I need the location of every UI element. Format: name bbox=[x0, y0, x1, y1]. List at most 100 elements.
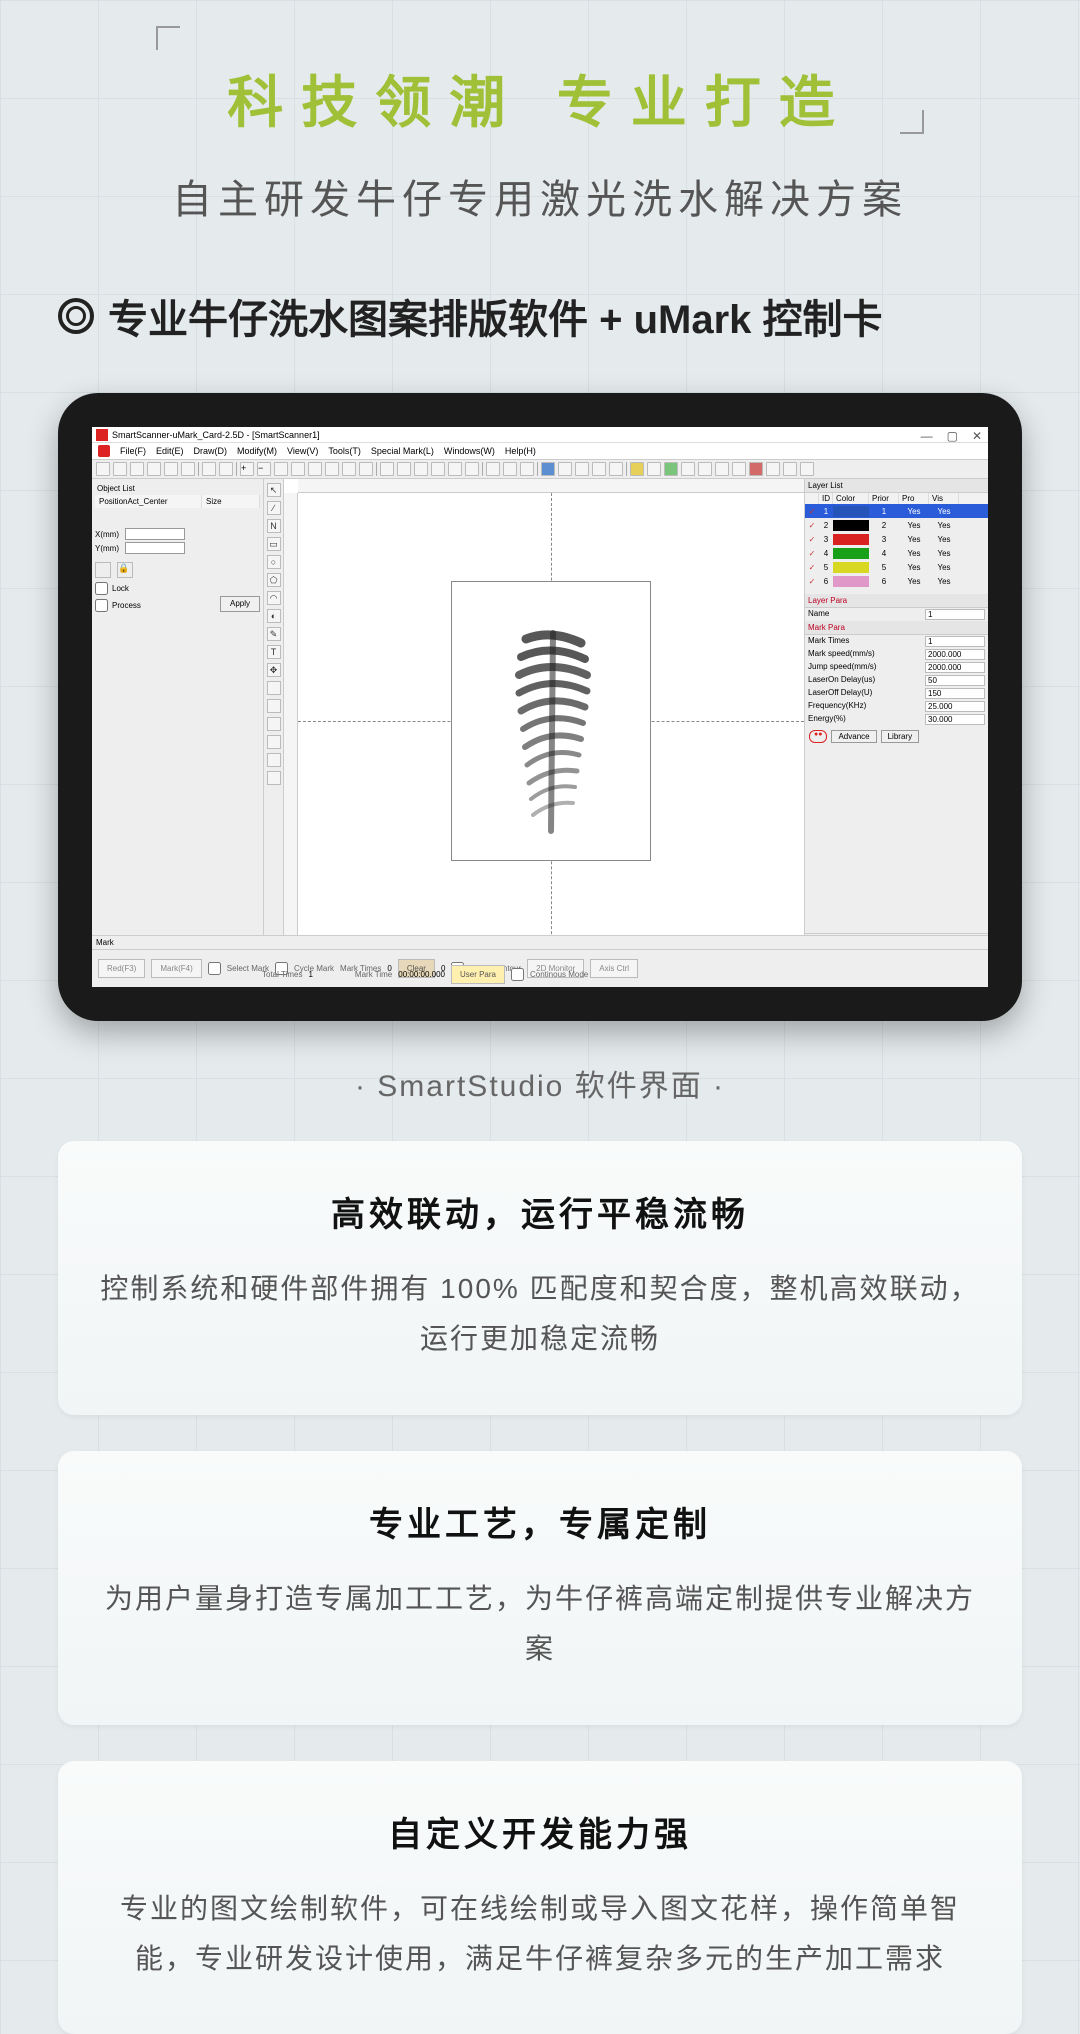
tb-tool-11[interactable] bbox=[783, 462, 797, 476]
tb-tool-10[interactable] bbox=[766, 462, 780, 476]
btn-axis-ctrl[interactable]: Axis Ctrl bbox=[590, 959, 638, 978]
menu-view[interactable]: View(V) bbox=[287, 446, 318, 456]
tb-zoom-3[interactable] bbox=[342, 462, 356, 476]
tb-align-6[interactable] bbox=[465, 462, 479, 476]
tb-tool-blue[interactable] bbox=[541, 462, 555, 476]
layer-row[interactable]: ✓33YesYes bbox=[805, 532, 988, 546]
card-desc: 控制系统和硬件部件拥有 100% 匹配度和契合度，整机高效联动，运行更加稳定流畅 bbox=[98, 1264, 982, 1365]
layer-panel: Layer List ID Color Prior Pro Vis ✓11Yes… bbox=[804, 479, 988, 949]
chk-process[interactable] bbox=[95, 599, 108, 612]
tb-zoom-in[interactable]: + bbox=[240, 462, 254, 476]
tb-redo[interactable] bbox=[219, 462, 233, 476]
tb-new[interactable] bbox=[96, 462, 110, 476]
menu-modify[interactable]: Modify(M) bbox=[237, 446, 277, 456]
tb-paste[interactable] bbox=[181, 462, 195, 476]
chk-lock[interactable] bbox=[95, 582, 108, 595]
menu-draw[interactable]: Draw(D) bbox=[194, 446, 228, 456]
tool-text[interactable]: ✎ bbox=[267, 627, 281, 641]
link-xy-icon[interactable] bbox=[95, 562, 111, 578]
tb-cut[interactable] bbox=[147, 462, 161, 476]
tb-tool-2[interactable] bbox=[575, 462, 589, 476]
tb-tool-3[interactable] bbox=[592, 462, 606, 476]
layer-row[interactable]: ✓66YesYes bbox=[805, 574, 988, 588]
tb-copy[interactable] bbox=[164, 462, 178, 476]
minimize-button[interactable]: — bbox=[921, 429, 933, 443]
tb-tool-12[interactable] bbox=[800, 462, 814, 476]
tb-tool-5[interactable] bbox=[647, 462, 661, 476]
tb-undo[interactable] bbox=[202, 462, 216, 476]
tool-arc[interactable]: ◠ bbox=[267, 591, 281, 605]
tool-special5[interactable] bbox=[267, 753, 281, 767]
menu-tools[interactable]: Tools(T) bbox=[328, 446, 361, 456]
tb-zoom-out[interactable]: − bbox=[257, 462, 271, 476]
lock-icon[interactable]: 🔒 bbox=[117, 562, 133, 578]
tool-special2[interactable] bbox=[267, 699, 281, 713]
tool-move[interactable]: ✥ bbox=[267, 663, 281, 677]
tb-tool-green[interactable] bbox=[664, 462, 678, 476]
tb-mirror-h[interactable] bbox=[486, 462, 500, 476]
layer-row[interactable]: ✓22YesYes bbox=[805, 518, 988, 532]
tb-zoom-1[interactable] bbox=[308, 462, 322, 476]
tb-open[interactable] bbox=[113, 462, 127, 476]
layer-row[interactable]: ✓11YesYes bbox=[805, 504, 988, 518]
input-y[interactable] bbox=[125, 542, 185, 554]
maximize-button[interactable]: ▢ bbox=[947, 429, 958, 443]
menu-windows[interactable]: Windows(W) bbox=[444, 446, 495, 456]
tb-rotate[interactable] bbox=[520, 462, 534, 476]
tb-tool-8[interactable] bbox=[715, 462, 729, 476]
menu-special[interactable]: Special Mark(L) bbox=[371, 446, 434, 456]
tb-zoom-fit[interactable] bbox=[274, 462, 288, 476]
menu-edit[interactable]: Edit(E) bbox=[156, 446, 184, 456]
tool-text2[interactable]: T bbox=[267, 645, 281, 659]
ruler-vertical bbox=[284, 493, 298, 949]
close-button[interactable]: ✕ bbox=[972, 429, 982, 443]
tool-pointer[interactable]: ↖ bbox=[267, 483, 281, 497]
tb-tool-9[interactable] bbox=[732, 462, 746, 476]
tb-save[interactable] bbox=[130, 462, 144, 476]
feature-card: 高效联动，运行平稳流畅 控制系统和硬件部件拥有 100% 匹配度和契合度，整机高… bbox=[58, 1141, 1022, 1415]
tool-special1[interactable] bbox=[267, 681, 281, 695]
tablet-frame: SmartScanner-uMark_Card-2.5D - [SmartSca… bbox=[58, 393, 1022, 1021]
layer-row[interactable]: ✓55YesYes bbox=[805, 560, 988, 574]
tool-line[interactable]: ∕ bbox=[267, 501, 281, 515]
btn-library[interactable]: Library bbox=[881, 730, 919, 743]
tb-align-4[interactable] bbox=[431, 462, 445, 476]
tool-special3[interactable] bbox=[267, 717, 281, 731]
tb-zoom-4[interactable] bbox=[359, 462, 373, 476]
val-total-times: 1 bbox=[308, 970, 312, 979]
tb-align-3[interactable] bbox=[414, 462, 428, 476]
btn-red-f3[interactable]: Red(F3) bbox=[98, 959, 145, 978]
tool-circle[interactable]: ○ bbox=[267, 555, 281, 569]
ruler-horizontal bbox=[298, 479, 804, 493]
btn-mark-f4[interactable]: Mark(F4) bbox=[151, 959, 201, 978]
tb-tool-1[interactable] bbox=[558, 462, 572, 476]
btn-advance[interactable]: Advance bbox=[831, 730, 876, 743]
tool-spiral[interactable]: ◐ bbox=[267, 609, 281, 623]
btn-apply[interactable]: Apply bbox=[220, 596, 260, 612]
tool-polygon[interactable]: ⬠ bbox=[267, 573, 281, 587]
chk-select-mark[interactable] bbox=[208, 962, 221, 975]
tb-tool-6[interactable] bbox=[681, 462, 695, 476]
tb-zoom-sel[interactable] bbox=[291, 462, 305, 476]
btn-user-para[interactable]: User Para bbox=[451, 965, 505, 984]
tool-rect[interactable]: ▭ bbox=[267, 537, 281, 551]
chk-continuous[interactable] bbox=[511, 968, 524, 981]
tool-special6[interactable] bbox=[267, 771, 281, 785]
tb-align-2[interactable] bbox=[397, 462, 411, 476]
tb-mirror-v[interactable] bbox=[503, 462, 517, 476]
tb-align-1[interactable] bbox=[380, 462, 394, 476]
input-x[interactable] bbox=[125, 528, 185, 540]
tb-zoom-2[interactable] bbox=[325, 462, 339, 476]
canvas[interactable] bbox=[284, 479, 804, 949]
menu-file[interactable]: File(F) bbox=[120, 446, 146, 456]
tool-special4[interactable] bbox=[267, 735, 281, 749]
layer-row[interactable]: ✓44YesYes bbox=[805, 546, 988, 560]
tool-curve[interactable]: N bbox=[267, 519, 281, 533]
lbl-lock: Lock bbox=[112, 584, 129, 593]
tb-tool-yellow[interactable] bbox=[630, 462, 644, 476]
tb-tool-7[interactable] bbox=[698, 462, 712, 476]
menu-help[interactable]: Help(H) bbox=[505, 446, 536, 456]
tb-align-5[interactable] bbox=[448, 462, 462, 476]
tb-tool-red[interactable] bbox=[749, 462, 763, 476]
tb-tool-4[interactable] bbox=[609, 462, 623, 476]
